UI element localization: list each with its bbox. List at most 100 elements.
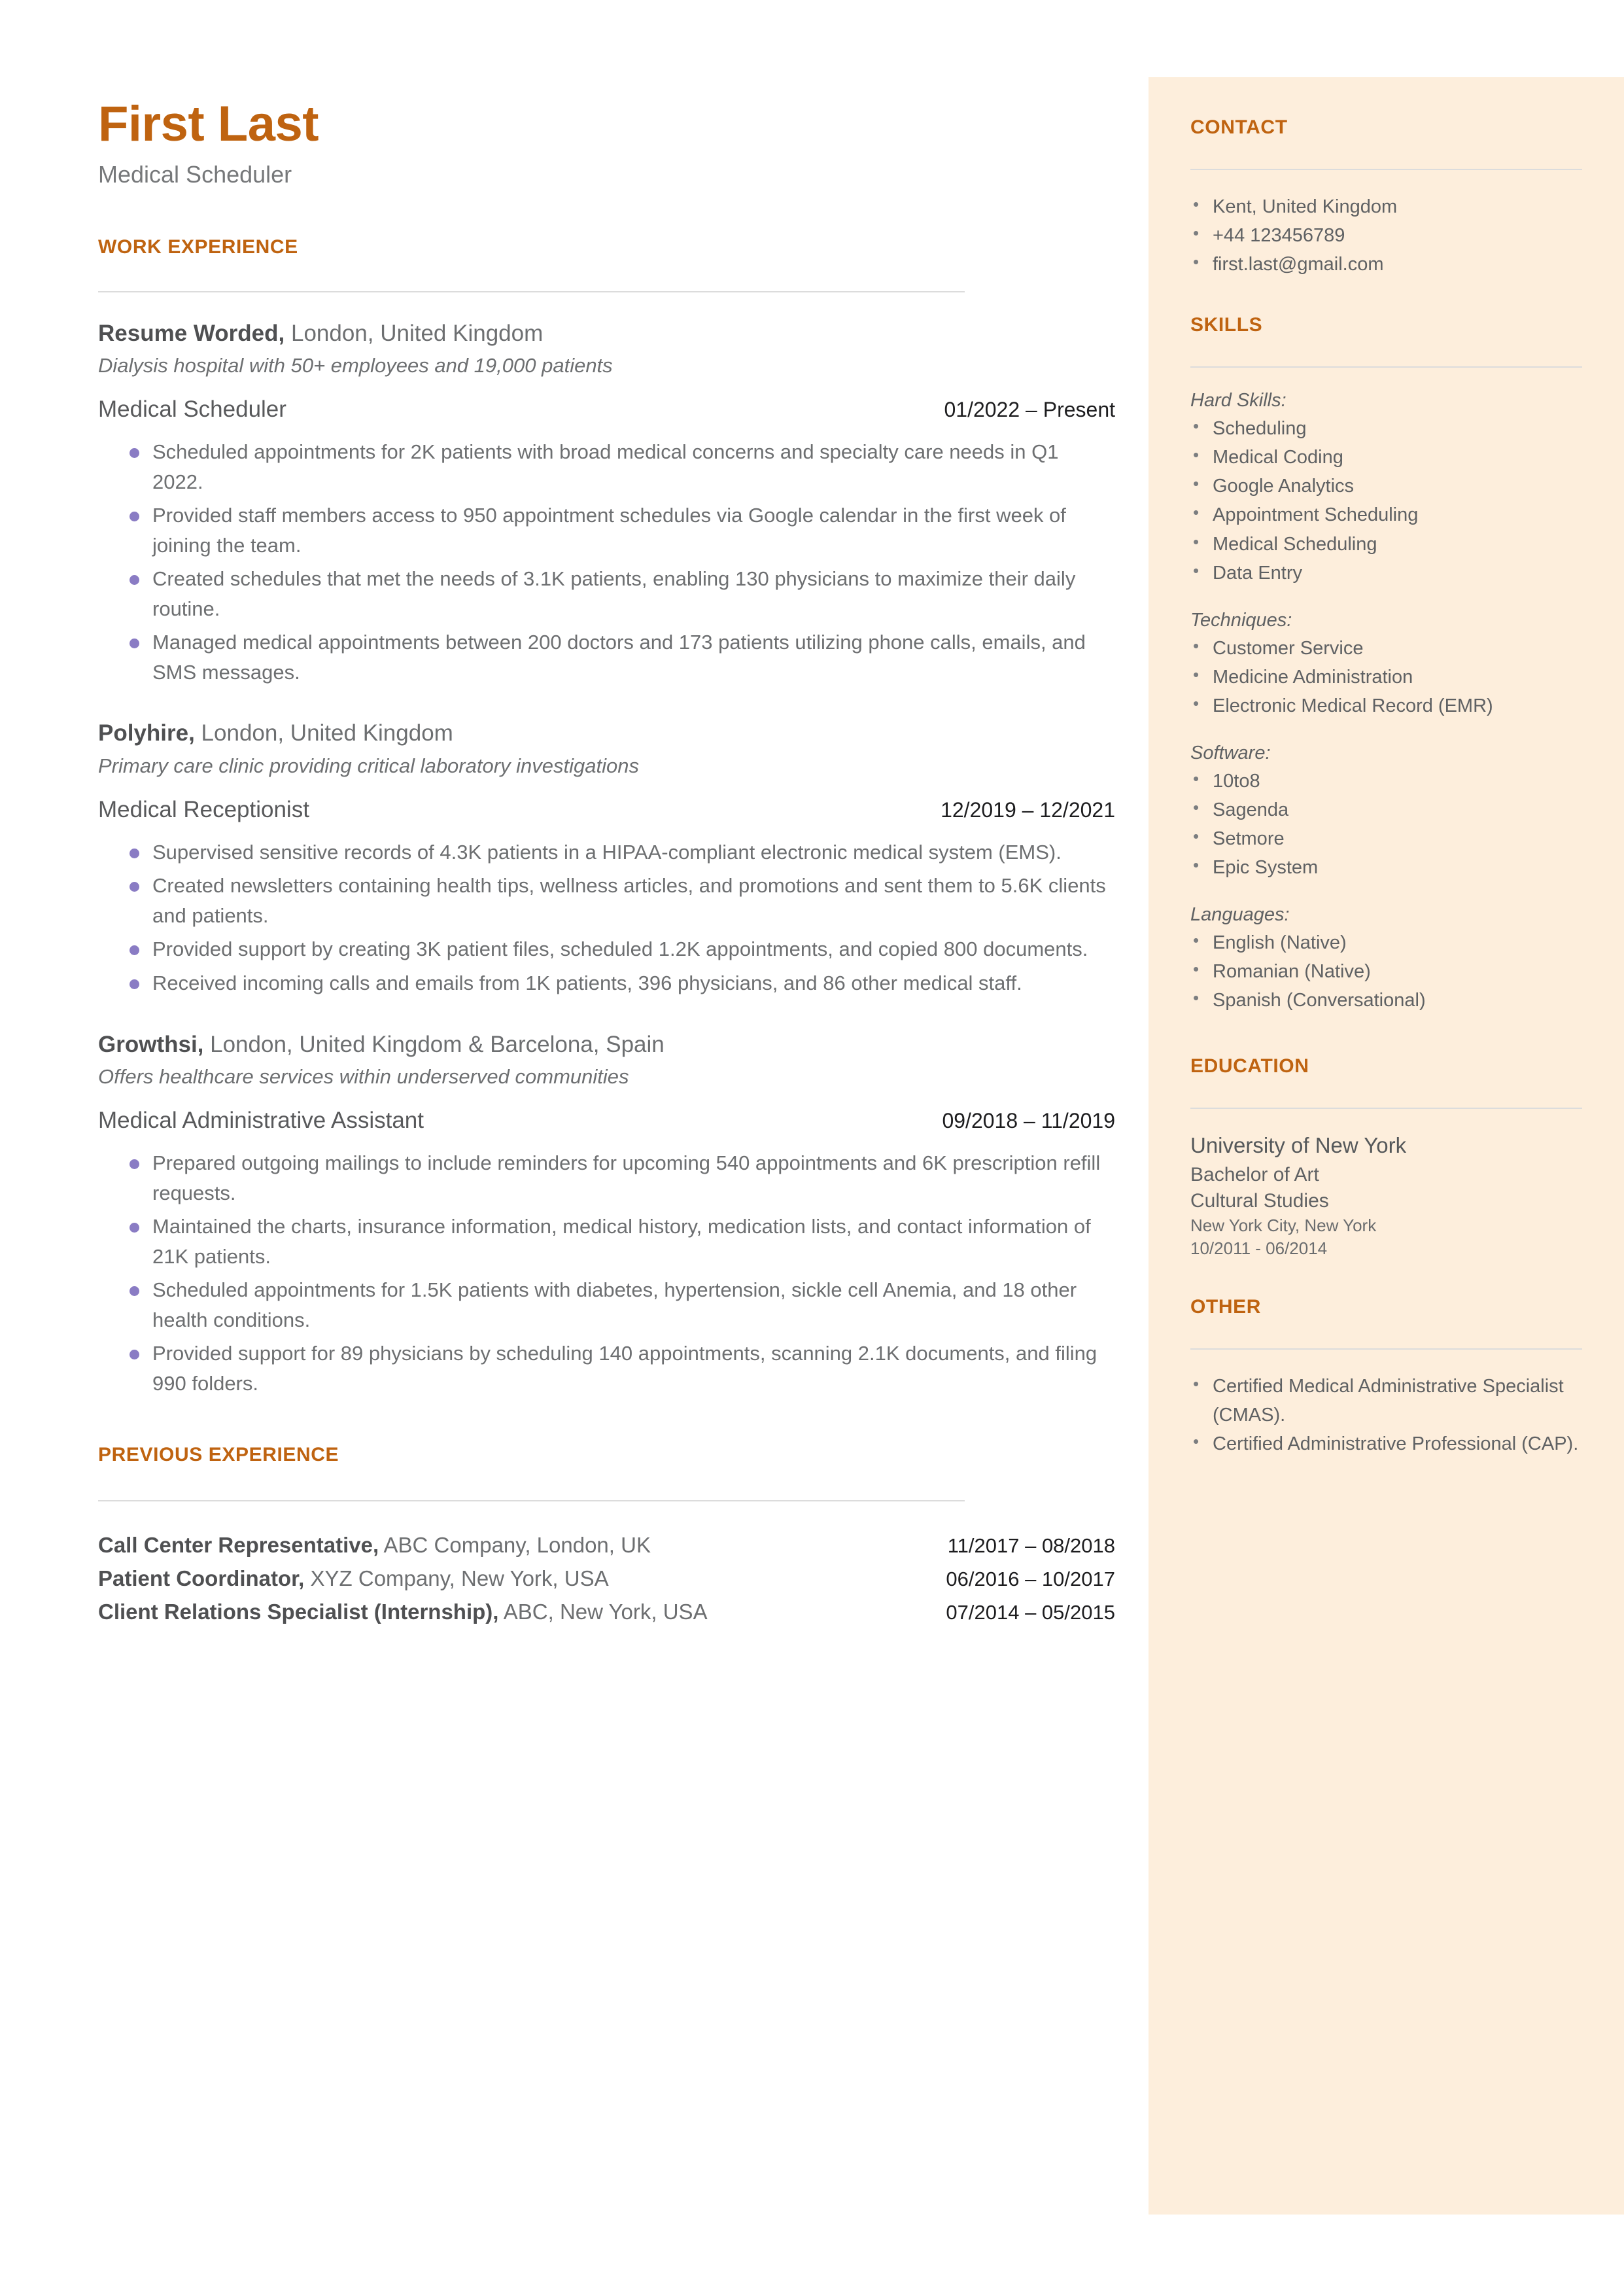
previous-job-dates: 06/2016 – 10/2017 [946, 1568, 1115, 1591]
previous-job-label: Patient Coordinator, XYZ Company, New Yo… [98, 1564, 609, 1594]
skills-group-list: 10to8 Sagenda Setmore Epic System [1190, 766, 1582, 882]
table-row: Patient Coordinator, XYZ Company, New Yo… [98, 1564, 1115, 1594]
list-item: Provided staff members access to 950 app… [98, 500, 1109, 560]
company-description: Dialysis hospital with 50+ employees and… [98, 354, 613, 377]
sidebar-section-skills: SKILLS Hard Skills: Scheduling Medical C… [1190, 314, 1582, 1015]
education-degree: Bachelor of Art [1190, 1163, 1319, 1185]
list-item: Data Entry [1190, 558, 1582, 587]
work-experience-heading: WORK EXPERIENCE [98, 236, 298, 258]
company-name: Growthsi, [98, 1031, 204, 1057]
role-dates: 01/2022 – Present [944, 397, 1115, 421]
list-item: Created schedules that met the needs of … [98, 564, 1109, 623]
company-line: Resume Worded, London, United Kingdom [98, 319, 1118, 349]
list-item: Spanish (Conversational) [1190, 985, 1582, 1015]
list-item: Customer Service [1190, 633, 1582, 663]
list-item: Romanian (Native) [1190, 956, 1582, 986]
role-row: Medical Receptionist 12/2019 – 12/2021 [98, 797, 1115, 823]
list-item: Certified Medical Administrative Special… [1190, 1371, 1582, 1429]
other-heading: OTHER [1190, 1295, 1261, 1318]
list-item: English (Native) [1190, 928, 1582, 957]
list-item: Provided support by creating 3K patient … [98, 934, 1109, 964]
list-item: Managed medical appointments between 200… [98, 627, 1109, 687]
previous-job-label: Client Relations Specialist (Internship)… [98, 1597, 708, 1628]
education-field: Cultural Studies [1190, 1189, 1329, 1212]
role-title: Medical Administrative Assistant [98, 1107, 424, 1133]
skills-heading: SKILLS [1190, 314, 1263, 336]
company-name: Resume Worded, [98, 320, 285, 346]
skills-group-label: Software: [1190, 742, 1271, 763]
previous-experience-divider [98, 1500, 965, 1502]
skills-group-list: English (Native) Romanian (Native) Spani… [1190, 928, 1582, 1015]
list-item: Sagenda [1190, 795, 1582, 824]
sidebar-section-other: OTHER Certified Medical Administrative S… [1190, 1296, 1582, 1458]
contact-email: first.last@gmail.com [1190, 249, 1582, 279]
job-entry: Resume Worded, London, United Kingdom Di… [98, 319, 1118, 688]
skills-group-techniques: Techniques: Customer Service Medicine Ad… [1190, 610, 1582, 720]
sidebar-section-contact: CONTACT Kent, United Kingdom +44 1234567… [1190, 116, 1582, 279]
page-title: First Last [98, 96, 319, 152]
company-line: Growthsi, London, United Kingdom & Barce… [98, 1030, 1118, 1060]
list-item: Prepared outgoing mailings to include re… [98, 1148, 1109, 1208]
company-description: Offers healthcare services within unders… [98, 1065, 629, 1089]
list-item: Epic System [1190, 852, 1582, 882]
company-name: Polyhire, [98, 720, 195, 746]
skills-group-software: Software: 10to8 Sagenda Setmore Epic Sys… [1190, 743, 1582, 882]
contact-list: Kent, United Kingdom +44 123456789 first… [1190, 192, 1582, 279]
table-row: Client Relations Specialist (Internship)… [98, 1597, 1115, 1628]
list-item: Setmore [1190, 824, 1582, 853]
company-line: Polyhire, London, United Kingdom [98, 718, 1118, 748]
list-item: Scheduled appointments for 1.5K patients… [98, 1275, 1109, 1335]
education-heading: EDUCATION [1190, 1055, 1309, 1077]
list-item: Maintained the charts, insurance informa… [98, 1212, 1109, 1271]
education-school: University of New York [1190, 1133, 1407, 1158]
previous-job-label: Call Center Representative, ABC Company,… [98, 1530, 651, 1561]
previous-job-dates: 11/2017 – 08/2018 [947, 1534, 1115, 1558]
list-item: Scheduling [1190, 413, 1582, 443]
company-location: London, United Kingdom [194, 720, 453, 746]
list-item: Medical Coding [1190, 442, 1582, 472]
role-row: Medical Scheduler 01/2022 – Present [98, 396, 1115, 423]
table-row: Call Center Representative, ABC Company,… [98, 1530, 1115, 1561]
list-item: Electronic Medical Record (EMR) [1190, 691, 1582, 720]
company-location: London, United Kingdom & Barcelona, Spai… [203, 1031, 665, 1057]
main-content: First Last Medical Scheduler WORK EXPERI… [98, 98, 1118, 1630]
sidebar: CONTACT Kent, United Kingdom +44 1234567… [1149, 77, 1624, 2215]
other-list: Certified Medical Administrative Special… [1190, 1371, 1582, 1458]
list-item: Scheduled appointments for 2K patients w… [98, 437, 1109, 497]
role-dates: 12/2019 – 12/2021 [941, 797, 1115, 822]
list-item: Medicine Administration [1190, 662, 1582, 692]
contact-heading: CONTACT [1190, 116, 1288, 138]
job-entry: Polyhire, London, United Kingdom Primary… [98, 718, 1118, 998]
job-entry: Growthsi, London, United Kingdom & Barce… [98, 1030, 1118, 1399]
previous-experience-list: Call Center Representative, ABC Company,… [98, 1530, 1118, 1628]
role-dates: 09/2018 – 11/2019 [942, 1108, 1115, 1132]
work-experience-divider [98, 290, 965, 292]
sidebar-section-education: EDUCATION University of New York Bachelo… [1190, 1055, 1582, 1260]
contact-phone: +44 123456789 [1190, 220, 1582, 250]
previous-job-detail: ABC, New York, USA [498, 1600, 708, 1624]
education-divider [1190, 1108, 1582, 1110]
company-description: Primary care clinic providing critical l… [98, 754, 639, 777]
education-dates: 10/2011 - 06/2014 [1190, 1238, 1328, 1259]
previous-experience-heading: PREVIOUS EXPERIENCE [98, 1444, 339, 1466]
job-bullets: Prepared outgoing mailings to include re… [98, 1148, 1118, 1399]
job-bullets: Supervised sensitive records of 4.3K pat… [98, 837, 1118, 998]
list-item: Certified Administrative Professional (C… [1190, 1429, 1582, 1458]
contact-divider [1190, 169, 1582, 170]
previous-job-detail: XYZ Company, New York, USA [304, 1566, 609, 1591]
skills-group-hard: Hard Skills: Scheduling Medical Coding G… [1190, 390, 1582, 587]
previous-job-title: Patient Coordinator, [98, 1566, 305, 1591]
other-divider [1190, 1348, 1582, 1350]
skills-group-label: Languages: [1190, 904, 1290, 926]
resume-page: CONTACT Kent, United Kingdom +44 1234567… [0, 0, 1624, 2295]
skills-group-label: Hard Skills: [1190, 390, 1287, 412]
skills-group-list: Customer Service Medicine Administration… [1190, 633, 1582, 720]
list-item: Medical Scheduling [1190, 529, 1582, 559]
list-item: 10to8 [1190, 766, 1582, 796]
list-item: Received incoming calls and emails from … [98, 968, 1109, 998]
role-title: Medical Receptionist [98, 796, 309, 822]
